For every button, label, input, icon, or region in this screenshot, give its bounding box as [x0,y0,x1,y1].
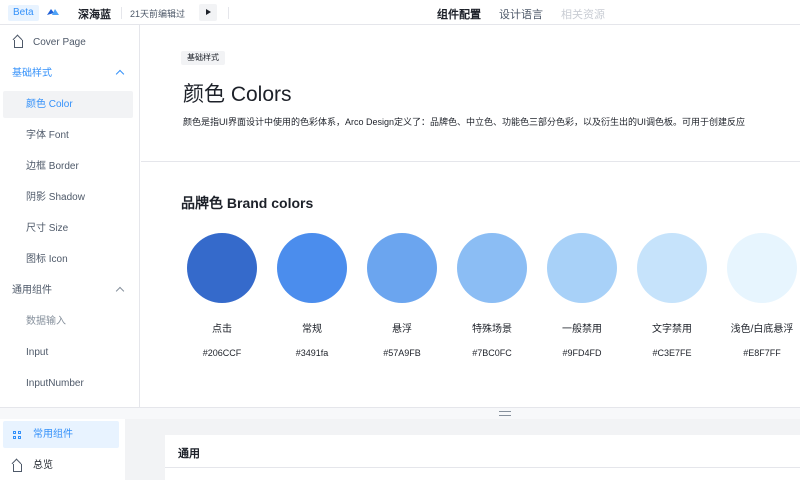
sidebar-item-icon[interactable]: 图标 Icon [3,246,133,273]
swatch-hex: #9FD4FD [562,348,602,358]
sidebar-item-shadow[interactable]: 阴影 Shadow [3,184,133,211]
color-circle [547,233,617,303]
swatch-name: 一般禁用 [562,324,602,335]
sidebar-item-font[interactable]: 字体 Font [3,122,133,149]
sidebar-item-label: Cover Page [33,37,86,48]
sidebar-item-input[interactable]: Input [3,339,133,366]
section-title: 品牌色 Brand colors [181,195,314,211]
sidebar-item-cover-page[interactable]: Cover Page [3,29,133,56]
main-content: 基础样式 颜色 Colors 颜色是指UI界面设计中使用的色彩体系，Arco D… [141,25,800,407]
sidebar-group-basic-styles[interactable]: 基础样式 [3,60,133,87]
grid-icon [13,431,21,439]
beta-badge: Beta [8,5,39,21]
tab-design-language[interactable]: 设计语言 [499,6,543,22]
component-card: 通用 [165,435,800,485]
swatch-name: 浅色/白底悬浮 [730,324,794,335]
logo-icon [47,9,59,15]
category-tag: 基础样式 [181,51,225,65]
color-swatch[interactable]: 浅色/白底悬浮 #E8F7FF [717,233,800,358]
sidebar-item-data-input[interactable]: 数据输入 [3,308,133,335]
home-icon [13,464,22,472]
color-circle [277,233,347,303]
divider [228,7,229,19]
swatch-hex: #C3E7FE [652,348,692,358]
color-swatch[interactable]: 一般禁用 #9FD4FD [537,233,627,358]
color-swatch[interactable]: 文字禁用 #C3E7FE [627,233,717,358]
swatch-name: 悬浮 [392,324,412,335]
color-circle [367,233,437,303]
divider [121,7,122,19]
sidebar-item-inputnumber[interactable]: InputNumber [3,370,133,397]
page-title: 颜色 Colors [183,83,292,106]
swatch-name: 常规 [302,324,322,335]
color-swatch[interactable]: 点击 #206CCF [177,233,267,358]
sidebar-item-size[interactable]: 尺寸 Size [3,215,133,242]
bottom-item-label: 常用组件 [33,429,73,440]
page-description: 颜色是指UI界面设计中使用的色彩体系，Arco Design定义了：品牌色、中立… [183,117,746,127]
sidebar-item-color[interactable]: 颜色 Color [3,91,133,118]
swatch-name: 文字禁用 [652,324,692,335]
drag-grip-icon [499,411,511,416]
bottom-item-overview[interactable]: 总览 [3,452,119,479]
sidebar-group-label: 通用组件 [12,285,52,296]
panel-resize-handle[interactable] [0,407,800,419]
theme-name[interactable]: 深海蓝 [78,6,111,22]
sidebar-group-common-components[interactable]: 通用组件 [3,277,133,304]
play-button[interactable] [199,4,217,21]
swatch-hex: #57A9FB [383,348,421,358]
top-bar: Beta 深海蓝 21天前编辑过 组件配置 设计语言 相关资源 [0,0,800,25]
color-swatch[interactable]: 常规 #3491fa [267,233,357,358]
tab-related-resources[interactable]: 相关资源 [561,6,605,22]
color-circle [637,233,707,303]
swatch-hex: #7BC0FC [472,348,512,358]
color-circle [727,233,797,303]
card-title: 通用 [178,448,200,460]
chevron-up-icon [115,286,125,296]
swatch-hex: #206CCF [202,348,242,358]
bottom-item-label: 总览 [33,460,53,471]
sidebar: Cover Page 基础样式 颜色 Color 字体 Font 边框 Bord… [0,25,140,407]
color-swatch[interactable]: 悬浮 #57A9FB [357,233,447,358]
swatch-name: 特殊场景 [472,324,512,335]
divider [141,161,800,162]
bottom-sidebar: 常用组件 总览 [0,419,125,480]
play-icon [206,9,211,15]
color-circle [187,233,257,303]
sidebar-item-border[interactable]: 边框 Border [3,153,133,180]
swatch-hex: #3491fa [295,348,329,358]
bottom-item-common-components[interactable]: 常用组件 [3,421,119,448]
divider [165,467,800,468]
chevron-up-icon [115,69,125,79]
bottom-main: 通用 [125,419,800,485]
color-swatch[interactable]: 特殊场景 #7BC0FC [447,233,537,358]
edited-status: 21天前编辑过 [130,9,186,19]
sidebar-group-label: 基础样式 [12,68,52,79]
home-icon [14,40,23,48]
color-circle [457,233,527,303]
tab-component-config[interactable]: 组件配置 [437,6,481,22]
swatch-hex: #E8F7FF [743,348,781,358]
swatch-name: 点击 [212,324,232,335]
